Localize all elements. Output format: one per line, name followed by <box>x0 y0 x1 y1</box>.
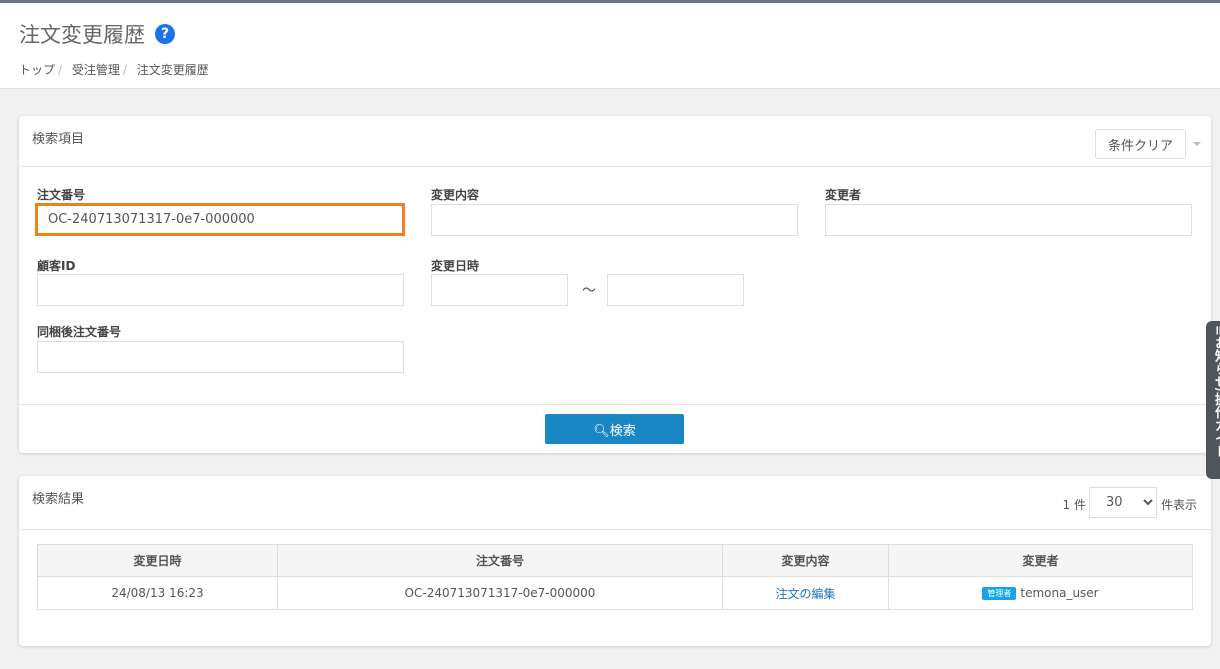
customer-id-input[interactable] <box>37 274 404 306</box>
order-no-input[interactable] <box>35 203 405 236</box>
side-guide-tab[interactable]: ≡お知らせ/操作ガイド <box>1206 321 1220 479</box>
help-icon[interactable]: ? <box>155 24 175 44</box>
changer-input[interactable] <box>825 204 1192 236</box>
per-page-suffix: 件表示 <box>1160 498 1197 512</box>
breadcrumb-current: 注文変更履歴 <box>136 63 209 77</box>
date-to-input[interactable] <box>607 274 744 306</box>
breadcrumb: トップ / 受注管理 / 注文変更履歴 <box>19 63 209 77</box>
bundled-order-input[interactable] <box>37 341 404 373</box>
change-date-label: 変更日時 <box>431 259 480 273</box>
col-content: 変更内容 <box>722 544 889 577</box>
breadcrumb-top[interactable]: トップ <box>19 63 55 77</box>
results-panel: 検索結果 1 件 30 件表示 変更日時 注文番号 変更内容 変更者 24/08/13… <box>19 476 1211 646</box>
tilde: ～ <box>582 283 596 299</box>
cell-order: OC-240713071317-0e7-000000 <box>277 576 723 610</box>
cell-user: temona_user <box>1020 586 1099 600</box>
menu-icon: ≡ <box>1212 325 1220 336</box>
search-panel-title: 検索項目 <box>32 132 85 147</box>
changer-label: 変更者 <box>825 188 862 202</box>
breadcrumb-orders[interactable]: 受注管理 <box>72 63 120 77</box>
customer-id-label: 顧客ID <box>37 259 76 273</box>
page-header: 注文変更履歴? トップ / 受注管理 / 注文変更履歴 <box>0 3 1220 89</box>
clear-conditions-button[interactable]: 条件クリア <box>1094 129 1186 159</box>
change-content-link[interactable]: 注文の編集 <box>775 587 835 601</box>
results-title: 検索結果 <box>32 492 85 507</box>
date-from-input[interactable] <box>431 274 568 306</box>
order-no-label: 注文番号 <box>37 188 86 202</box>
page-title: 注文変更履歴 <box>19 23 145 47</box>
change-content-input[interactable] <box>431 204 798 236</box>
col-date: 変更日時 <box>37 544 278 577</box>
results-table: 変更日時 注文番号 変更内容 変更者 24/08/13 16:23 OC-240713… <box>37 544 1193 610</box>
search-panel: 検索項目 条件クリア 注文番号 変更内容 変更者 顧客ID 変更日時 ～ 同梱後… <box>19 116 1211 453</box>
admin-badge: 管理者 <box>982 587 1017 600</box>
col-order: 注文番号 <box>277 544 723 577</box>
per-page-select[interactable]: 30 <box>1089 487 1157 518</box>
change-content-label: 変更内容 <box>431 188 480 202</box>
divider <box>19 404 1211 405</box>
table-row: 24/08/13 16:23 OC-240713071317-0e7-00000… <box>37 576 1193 610</box>
result-count: 1 件 <box>1062 498 1086 512</box>
col-changer: 変更者 <box>888 544 1193 577</box>
caret-down-icon[interactable] <box>1193 142 1201 150</box>
search-icon: 🔍︎ <box>593 423 610 439</box>
search-button[interactable]: 🔍︎検索 <box>545 414 684 444</box>
bundled-order-label: 同梱後注文番号 <box>37 325 122 339</box>
cell-date: 24/08/13 16:23 <box>37 576 278 610</box>
